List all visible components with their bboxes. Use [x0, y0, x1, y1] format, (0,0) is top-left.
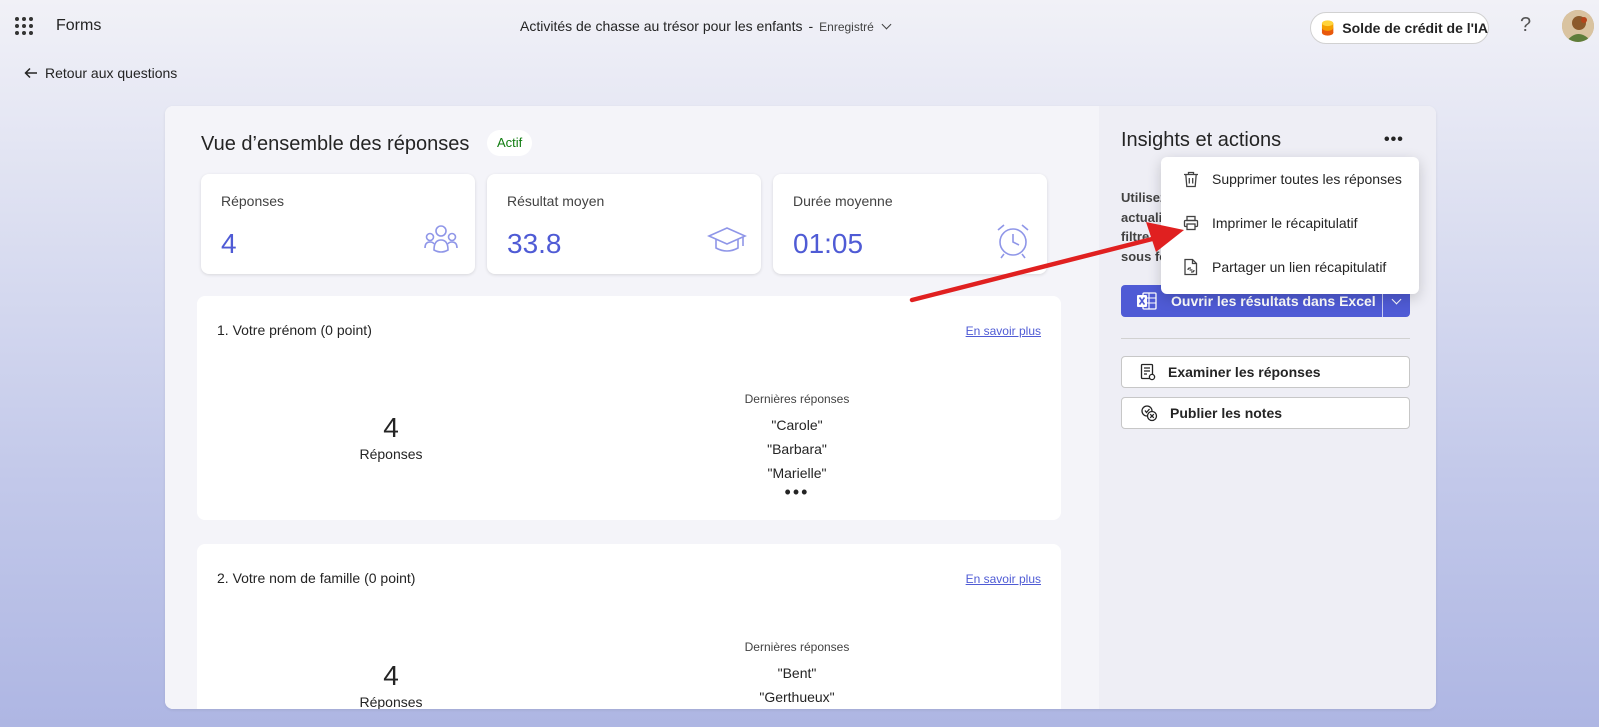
app-name[interactable]: Forms — [56, 17, 101, 35]
save-status: Enregistré — [819, 20, 874, 34]
document-title: Activités de chasse au trésor pour les e… — [520, 18, 803, 34]
open-in-excel-label: Ouvrir les résultats dans Excel — [1171, 293, 1376, 309]
ai-credit-button[interactable]: Solde de crédit de l'IA — [1310, 12, 1489, 44]
stat-card-average-duration: Durée moyenne 01:05 — [773, 174, 1047, 274]
stat-card-responses: Réponses 4 — [201, 174, 475, 274]
status-badge: Actif — [487, 130, 533, 156]
publish-grades-label: Publier les notes — [1170, 405, 1283, 421]
back-to-questions-link[interactable]: Retour aux questions — [24, 65, 177, 81]
stat-card-average-score: Résultat moyen 33.8 — [487, 174, 761, 274]
latest-response: "Barbara" — [767, 441, 827, 457]
stat-value: 4 — [221, 228, 237, 259]
menu-item-delete-all-responses[interactable]: Supprimer toutes les réponses — [1161, 161, 1419, 197]
question-card: 1. Votre prénom (0 point) En savoir plus… — [197, 296, 1061, 520]
excel-icon — [1137, 292, 1157, 310]
responses-overview-pane: Vue d’ensemble des réponses Actif Répons… — [165, 106, 1099, 709]
response-count-value: 4 — [383, 660, 399, 691]
page-title: Vue d’ensemble des réponses — [201, 133, 470, 155]
avatar-image — [1562, 10, 1594, 42]
document-title-bar[interactable]: Activités de chasse au trésor pour les e… — [520, 18, 892, 34]
learn-more-link[interactable]: En savoir plus — [966, 572, 1041, 586]
more-responses-icon[interactable]: ••• — [717, 483, 877, 501]
stat-label: Durée moyenne — [793, 193, 893, 209]
menu-item-label: Partager un lien récapitulatif — [1212, 259, 1387, 275]
avatar[interactable] — [1562, 10, 1594, 42]
menu-item-print-summary[interactable]: Imprimer le récapitulatif — [1161, 205, 1419, 241]
response-count: 4 Réponses — [351, 660, 431, 709]
question-card: 2. Votre nom de famille (0 point) En sav… — [197, 544, 1061, 709]
publish-grades-icon — [1141, 405, 1158, 422]
trash-icon — [1184, 171, 1198, 187]
latest-responses-header: Dernières réponses — [744, 640, 850, 654]
people-icon — [424, 225, 458, 253]
alarm-clock-icon — [997, 224, 1029, 259]
stat-value: 01:05 — [793, 228, 864, 259]
response-count-label: Réponses — [359, 694, 423, 709]
question-title: 1. Votre prénom (0 point) — [217, 322, 372, 338]
stat-value: 33.8 — [507, 228, 562, 259]
learn-more-link[interactable]: En savoir plus — [966, 324, 1041, 338]
response-count-label: Réponses — [359, 446, 423, 462]
chevron-down-icon[interactable] — [881, 19, 892, 30]
latest-response: "Carole" — [771, 417, 823, 433]
insights-title: Insights et actions — [1121, 129, 1282, 151]
back-label: Retour aux questions — [45, 65, 178, 81]
app-launcher-icon[interactable] — [15, 17, 33, 35]
latest-response: "Gerthueux" — [759, 689, 835, 705]
menu-item-label: Supprimer toutes les réponses — [1212, 171, 1402, 187]
coins-icon — [1321, 20, 1334, 36]
menu-item-share-summary-link[interactable]: Partager un lien récapitulatif — [1161, 249, 1419, 285]
latest-responses: Dernières réponses "Carole" "Barbara" "M… — [717, 392, 877, 501]
help-icon[interactable]: ? — [1520, 14, 1531, 37]
graduation-cap-icon — [707, 227, 747, 252]
title-separator: - — [808, 18, 814, 34]
latest-responses-header: Dernières réponses — [744, 392, 850, 406]
menu-item-label: Imprimer le récapitulatif — [1212, 215, 1358, 231]
divider — [1121, 338, 1410, 339]
stat-label: Réponses — [221, 193, 285, 209]
more-options-menu: Supprimer toutes les réponses Imprimer l… — [1161, 157, 1419, 294]
review-responses-label: Examiner les réponses — [1168, 364, 1321, 380]
response-count-value: 4 — [383, 412, 399, 443]
arrow-left-icon — [24, 67, 37, 79]
review-responses-button[interactable]: Examiner les réponses — [1121, 356, 1410, 388]
ai-credit-label: Solde de crédit de l'IA — [1342, 20, 1488, 36]
share-link-icon — [1184, 258, 1198, 276]
question-title: 2. Votre nom de famille (0 point) — [217, 570, 416, 586]
latest-response: "Bent" — [777, 665, 817, 681]
chevron-down-icon — [1391, 294, 1402, 304]
publish-grades-button[interactable]: Publier les notes — [1121, 397, 1410, 429]
review-document-icon — [1140, 363, 1156, 381]
latest-responses: Dernières réponses "Bent" "Gerthueux" — [717, 640, 877, 709]
printer-icon — [1183, 215, 1199, 231]
response-count: 4 Réponses — [351, 412, 431, 462]
more-options-icon[interactable]: ••• — [1384, 131, 1404, 149]
stat-label: Résultat moyen — [507, 193, 605, 209]
top-bar: Forms Activités de chasse au trésor pour… — [0, 0, 1599, 54]
